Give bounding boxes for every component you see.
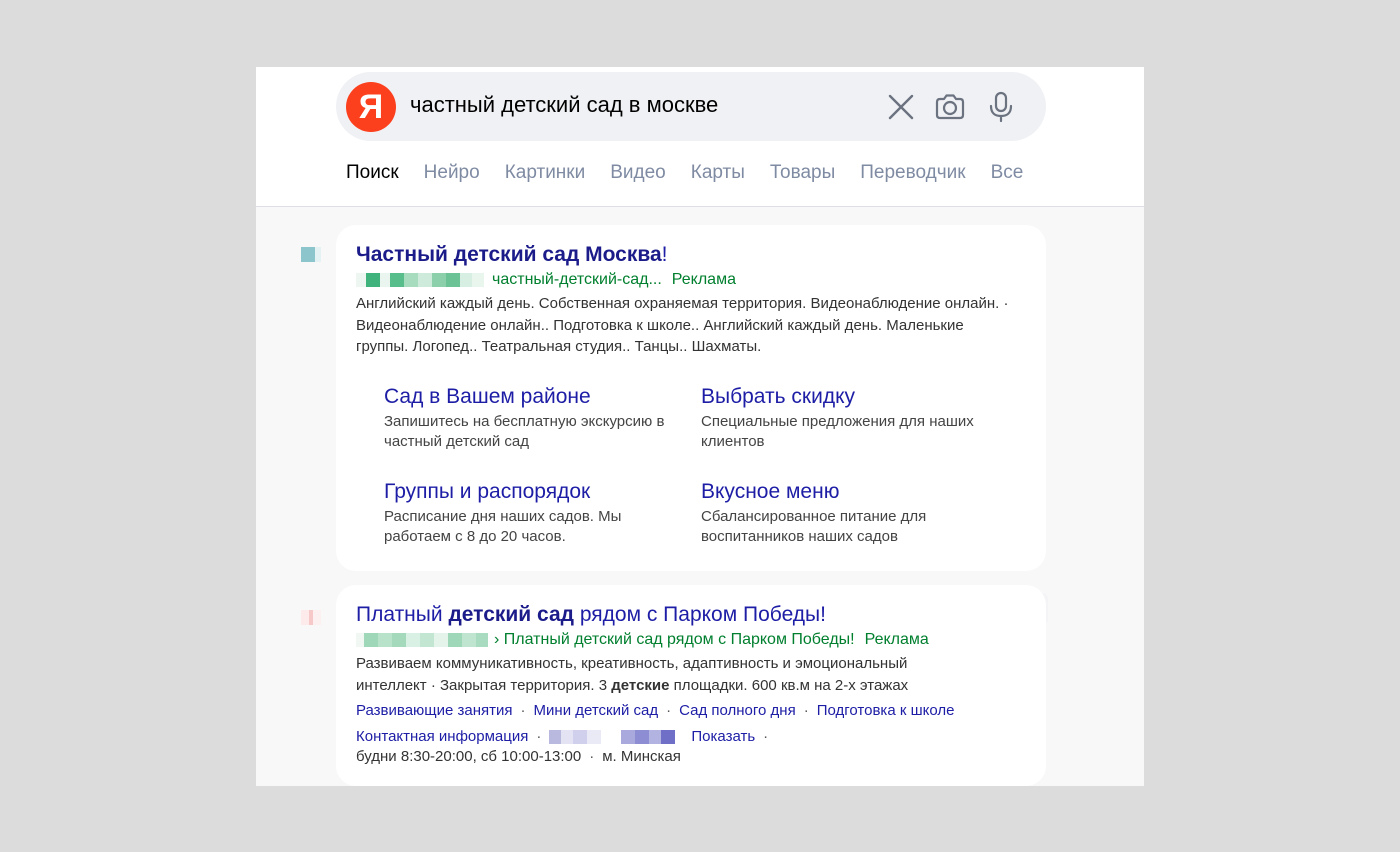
- tab-search[interactable]: Поиск: [346, 162, 399, 184]
- tab-products[interactable]: Товары: [770, 162, 835, 184]
- sitelink-title[interactable]: Выбрать скидку: [701, 385, 855, 409]
- ad-label: Реклама: [864, 631, 929, 648]
- contact-info-link[interactable]: Контактная информация: [356, 728, 528, 745]
- ad-card-1: Частный детский сад Москва! частный-детс…: [336, 225, 1046, 571]
- sitelink-desc: Сбалансированное питание для воспитанник…: [701, 508, 927, 545]
- search-box[interactable]: Я частный детский сад в москве: [336, 72, 1046, 141]
- sitelink-desc: Специальные предложения для наших клиент…: [701, 413, 974, 450]
- serp-frame: Я частный детский сад в москве Поиск Ней…: [256, 67, 1144, 786]
- quick-link[interactable]: Сад полного дня: [679, 702, 796, 719]
- quick-link[interactable]: Подготовка к школе: [817, 702, 955, 719]
- ad-title[interactable]: Частный детский сад Москва!: [356, 243, 668, 267]
- show-phone-link[interactable]: Показать: [691, 728, 755, 745]
- quick-links: Развивающие занятия · Мини детский сад · Сад…: [356, 702, 955, 719]
- favicon-icon: [301, 247, 321, 262]
- camera-icon[interactable]: [933, 90, 967, 124]
- tab-video[interactable]: Видео: [610, 162, 666, 184]
- tab-all[interactable]: Все: [991, 162, 1024, 184]
- ad-url[interactable]: частный-детский-сад... Реклама: [356, 271, 736, 289]
- clear-icon[interactable]: [884, 90, 918, 124]
- tab-images[interactable]: Картинки: [505, 162, 586, 184]
- search-input[interactable]: частный детский сад в москве: [410, 92, 718, 118]
- yandex-logo[interactable]: Я: [346, 82, 396, 132]
- search-tabs: Поиск Нейро Картинки Видео Карты Товары …: [346, 162, 1023, 184]
- quick-link[interactable]: Развивающие занятия: [356, 702, 513, 719]
- sitelink-title[interactable]: Группы и распорядок: [384, 480, 590, 504]
- sitelink-desc: Расписание дня наших садов. Мы работаем …: [384, 508, 622, 545]
- favicon-icon: [301, 610, 321, 625]
- metro-station: м. Минская: [602, 748, 681, 765]
- sitelink-title[interactable]: Вкусное меню: [701, 480, 839, 504]
- sitelink-title[interactable]: Сад в Вашем районе: [384, 385, 591, 409]
- ad-title[interactable]: Платный детский сад рядом с Парком Побед…: [356, 603, 826, 627]
- sitelink-desc: Запишитесь на бесплатную экскурсию в час…: [384, 413, 665, 450]
- working-hours: будни 8:30-20:00, сб 10:00-13:00: [356, 748, 582, 765]
- tab-neuro[interactable]: Нейро: [424, 162, 480, 184]
- ad-description: Английский каждый день. Собственная охра…: [356, 295, 1009, 355]
- tab-translator[interactable]: Переводчик: [860, 162, 965, 184]
- hours-row: будни 8:30-20:00, сб 10:00-13:00 · м. Минс…: [356, 748, 681, 765]
- ad-url[interactable]: › Платный детский сад рядом с Парком Поб…: [356, 631, 929, 649]
- header: Я частный детский сад в москве Поиск Ней…: [256, 67, 1144, 207]
- ad-description: Развиваем коммуникативность, креативност…: [356, 655, 909, 694]
- contact-row: Контактная информация · Показать ·: [356, 728, 769, 745]
- tab-maps[interactable]: Карты: [691, 162, 745, 184]
- ad-card-2: Платный детский сад рядом с Парком Побед…: [336, 585, 1046, 786]
- ad-label: Реклама: [671, 271, 736, 288]
- microphone-icon[interactable]: [984, 90, 1018, 124]
- quick-link[interactable]: Мини детский сад: [534, 702, 659, 719]
